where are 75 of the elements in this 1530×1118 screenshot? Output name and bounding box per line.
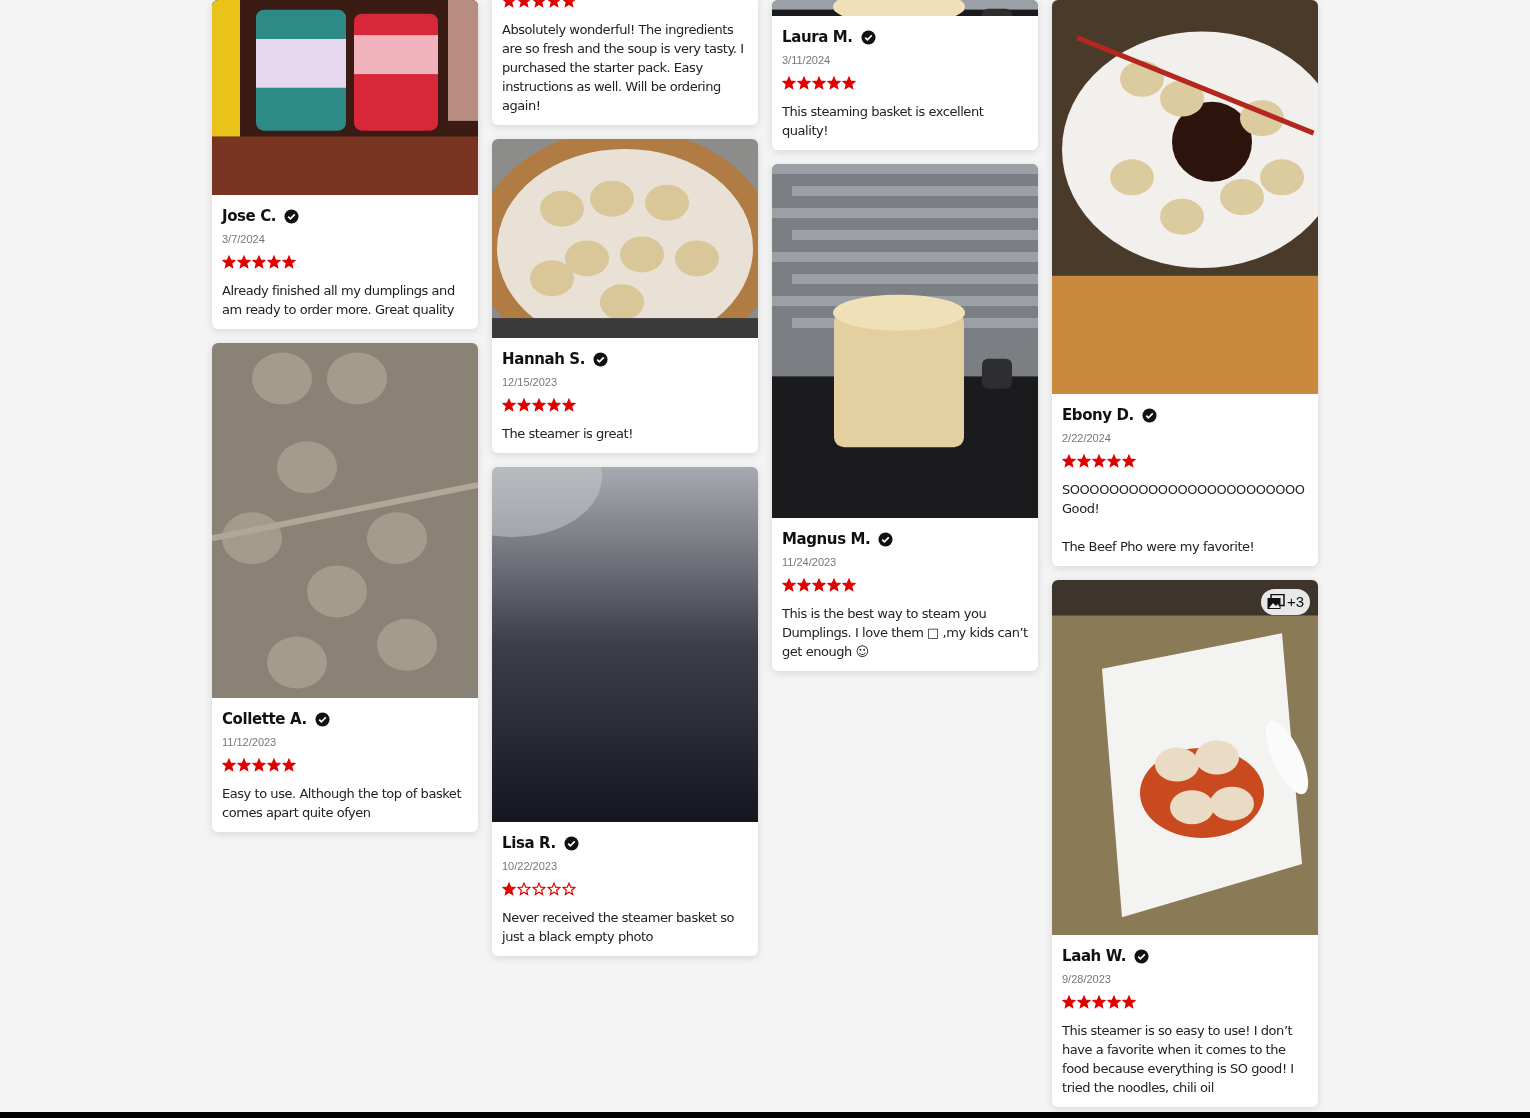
star-icon	[1062, 995, 1076, 1009]
photo-count: +3	[1286, 591, 1304, 612]
star-icon	[812, 578, 826, 592]
star-icon	[782, 578, 796, 592]
verified-icon	[592, 351, 608, 367]
star-icon	[547, 882, 561, 896]
star-icon	[532, 882, 546, 896]
review-text: Never received the steamer basket so just a black empty photo	[502, 909, 736, 946]
review-date: 3/7/2024	[222, 232, 266, 247]
star-icon	[502, 882, 516, 896]
star-icon	[782, 76, 796, 90]
star-icon	[237, 255, 251, 269]
star-icon	[267, 255, 281, 269]
verified-icon	[563, 835, 579, 851]
star-icon	[797, 578, 811, 592]
reviewer-name: Laura M.	[782, 26, 853, 48]
star-icon	[562, 882, 576, 896]
review-text: Easy to use. Although the top of basket comes apart quite ofyen	[222, 785, 463, 822]
star-icon	[222, 255, 236, 269]
star-icon	[1092, 454, 1106, 468]
review-date: 11/12/2023	[222, 735, 278, 750]
star-icon	[282, 758, 296, 772]
review-text: Already finished all my dumplings and am ready to order more. Great quality	[222, 282, 456, 319]
star-icon	[502, 398, 516, 412]
review-text: This is the best way to steam you Dumplings. I love them □ ,my kids can’t get enough ☺	[782, 605, 1028, 661]
verified-icon	[1133, 948, 1149, 964]
review-text: SOOOOOOOOOOOOOOOOOOOOOOOO Good! The Beef Pho were my favorite!	[1062, 481, 1306, 556]
star-icon	[532, 398, 546, 412]
star-icon	[1122, 454, 1136, 468]
verified-icon	[314, 711, 330, 727]
verified-icon	[1141, 407, 1157, 423]
reviewer-name: Collette A.	[222, 708, 307, 730]
review-date: 12/15/2023	[502, 375, 559, 390]
star-icon	[517, 398, 531, 412]
star-icon	[252, 758, 266, 772]
star-icon	[797, 76, 811, 90]
reviewer-name: Laah W.	[1062, 945, 1126, 967]
star-icon	[827, 76, 841, 90]
reviewer-name: Ebony D.	[1062, 404, 1134, 426]
star-icon	[562, 398, 576, 412]
review-date: 2/22/2024	[1062, 431, 1112, 446]
verified-icon	[284, 208, 300, 224]
star-icon	[1107, 995, 1121, 1009]
reviewer-name: Hannah S.	[502, 348, 585, 370]
review-text: This steamer is so easy to use! I don’t have a favorite when it comes to the food because everything is SO good! I tried the noodles, chili oil	[1062, 1022, 1295, 1097]
star-icon	[1107, 454, 1121, 468]
gallery-icon	[1266, 594, 1285, 610]
review-date: 11/24/2023	[782, 555, 838, 570]
star-icon	[842, 578, 856, 592]
star-icon	[267, 758, 281, 772]
star-icon	[252, 255, 266, 269]
review-text: This steaming basket is excellent quality!	[782, 103, 985, 140]
star-icon	[517, 882, 531, 896]
star-icon	[282, 255, 296, 269]
review-text: The steamer is great!	[502, 425, 634, 443]
verified-icon	[860, 29, 876, 45]
star-icon	[1092, 995, 1106, 1009]
star-icon	[1077, 995, 1091, 1009]
review-date: 10/22/2023	[502, 859, 559, 874]
review-date: 9/28/2023	[1062, 972, 1112, 987]
reviewer-name: Lisa R.	[502, 832, 556, 854]
review-text: Absolutely wonderful! The ingredients are so fresh and the soup is very tasty. I purchased the starter pack. Easy instructions as well. Will be ordering again!	[502, 21, 745, 115]
star-icon	[237, 758, 251, 772]
review-date: 3/11/2024	[782, 53, 832, 68]
reviewer-name: Jose C.	[222, 205, 277, 227]
star-icon	[1122, 995, 1136, 1009]
verified-icon	[878, 531, 894, 547]
star-icon	[1062, 454, 1076, 468]
star-icon	[812, 76, 826, 90]
star-icon	[827, 578, 841, 592]
star-icon	[1077, 454, 1091, 468]
reviewer-name: Magnus M.	[782, 528, 871, 550]
star-icon	[222, 758, 236, 772]
star-icon	[842, 76, 856, 90]
star-icon	[547, 398, 561, 412]
